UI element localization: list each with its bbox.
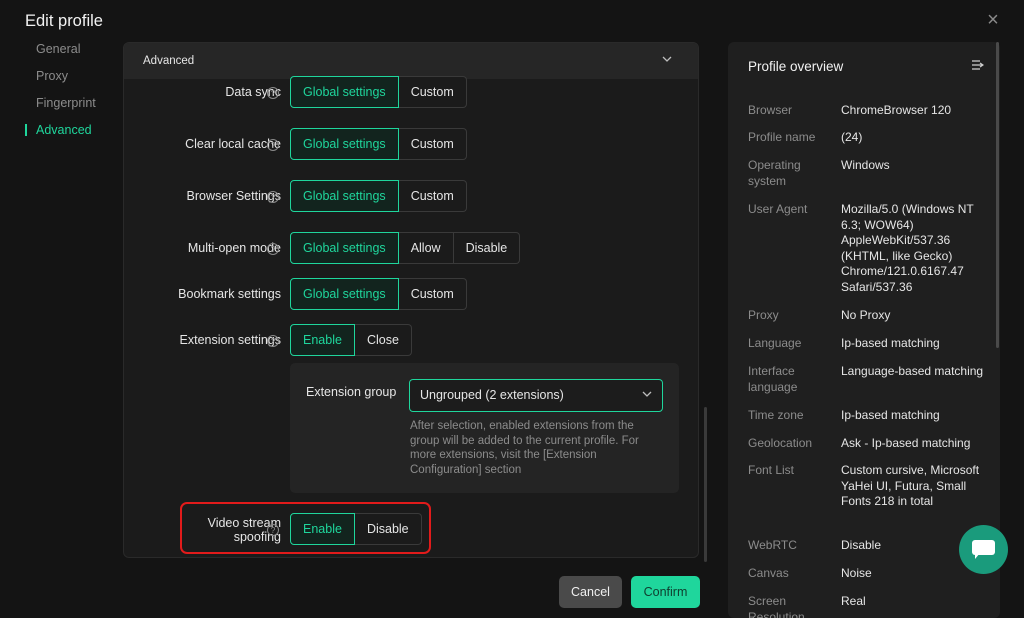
overview-value: ChromeBrowser 120 — [841, 103, 952, 117]
close-icon[interactable]: × — [984, 10, 1002, 30]
overview-value: Custom cursive, Microsoft YaHei UI, Futu… — [841, 463, 980, 508]
nav-item-general[interactable]: General — [25, 40, 96, 67]
browser-settings-toggle: Global settings Custom — [290, 180, 467, 212]
side-nav: General Proxy Fingerprint Advanced — [25, 40, 96, 148]
overview-key: Browser — [748, 103, 793, 117]
panel-scrollbar[interactable] — [704, 407, 707, 562]
extension-group-select[interactable]: Ungrouped (2 extensions) — [409, 379, 663, 412]
option-enable[interactable]: Enable — [290, 324, 355, 356]
chat-support-button[interactable] — [959, 525, 1008, 574]
overview-key: Proxy — [748, 308, 779, 322]
overview-key: Profile name — [748, 130, 816, 144]
overview-value: Ask - Ip-based matching — [841, 436, 971, 450]
overview-value: Ip-based matching — [841, 336, 940, 350]
chevron-down-icon — [662, 43, 672, 79]
option-global-settings[interactable]: Global settings — [290, 180, 399, 212]
nav-item-proxy[interactable]: Proxy — [25, 67, 96, 94]
overview-value: Ip-based matching — [841, 408, 940, 422]
option-global-settings[interactable]: Global settings — [290, 232, 399, 264]
overview-scrollbar[interactable] — [996, 42, 999, 348]
overview-value: Mozilla/5.0 (Windows NT 6.3; WOW64) Appl… — [841, 202, 974, 294]
overview-key: Time zone — [748, 408, 804, 422]
overview-key: Screen Resolution — [748, 594, 805, 618]
nav-item-fingerprint[interactable]: Fingerprint — [25, 94, 96, 121]
overview-key: Language — [748, 336, 802, 350]
advanced-header-label: Advanced — [143, 55, 195, 67]
help-icon[interactable]: ? — [267, 87, 279, 99]
option-global-settings[interactable]: Global settings — [290, 278, 399, 310]
overview-key: Geolocation — [748, 436, 813, 450]
setting-label: Bookmark settings — [178, 287, 281, 301]
help-icon[interactable]: ? — [267, 335, 279, 347]
highlight-outline — [180, 502, 431, 554]
overview-value: (24) — [841, 130, 863, 144]
overview-title: Profile overview — [748, 59, 844, 74]
overview-value: Language-based matching — [841, 364, 984, 378]
option-custom[interactable]: Custom — [398, 278, 467, 310]
multi-open-toggle: Global settings Allow Disable — [290, 232, 521, 264]
option-disable[interactable]: Disable — [453, 232, 521, 264]
profile-overview: Profile overview Browser ChromeBrowser 1… — [728, 42, 1000, 618]
extension-group-label: Extension group — [306, 385, 397, 399]
help-icon[interactable]: ? — [267, 243, 279, 255]
overview-key: Operating system — [748, 158, 801, 188]
overview-value: Windows — [841, 158, 890, 172]
option-global-settings[interactable]: Global settings — [290, 76, 399, 108]
overview-key: Interface language — [748, 364, 798, 394]
advanced-header[interactable]: Advanced — [124, 43, 698, 79]
overview-key: User Agent — [748, 202, 808, 216]
help-icon[interactable]: ? — [267, 191, 279, 203]
confirm-button[interactable]: Confirm — [631, 576, 700, 608]
overview-key: Canvas — [748, 566, 789, 580]
chat-bubble-icon — [972, 540, 995, 559]
option-global-settings[interactable]: Global settings — [290, 128, 399, 160]
dialog-title: Edit profile — [25, 12, 103, 30]
help-icon[interactable]: ? — [267, 139, 279, 151]
overview-key: Font List — [748, 463, 795, 477]
collapse-panel-icon[interactable] — [971, 59, 985, 73]
data-sync-toggle: Global settings Custom — [290, 76, 467, 108]
overview-value: No Proxy — [841, 308, 891, 322]
clear-cache-toggle: Global settings Custom — [290, 128, 467, 160]
advanced-panel: Advanced Data sync ? Global settings Cus… — [123, 42, 699, 558]
extension-group-value: Ungrouped (2 extensions) — [420, 388, 564, 402]
setting-label: Extension settings — [179, 333, 281, 347]
extension-group-box: Extension group Ungrouped (2 extensions)… — [290, 363, 679, 493]
option-close[interactable]: Close — [354, 324, 412, 356]
overview-value: Real — [841, 594, 866, 608]
option-custom[interactable]: Custom — [398, 128, 467, 160]
overview-key: WebRTC — [748, 538, 797, 552]
chevron-down-icon — [642, 380, 652, 411]
bookmark-toggle: Global settings Custom — [290, 278, 467, 310]
cancel-button[interactable]: Cancel — [559, 576, 622, 608]
extension-group-note: After selection, enabled extensions from… — [410, 420, 639, 476]
extension-toggle: Enable Close — [290, 324, 412, 356]
option-custom[interactable]: Custom — [398, 76, 467, 108]
nav-item-advanced[interactable]: Advanced — [25, 121, 96, 148]
option-custom[interactable]: Custom — [398, 180, 467, 212]
option-allow[interactable]: Allow — [398, 232, 454, 264]
